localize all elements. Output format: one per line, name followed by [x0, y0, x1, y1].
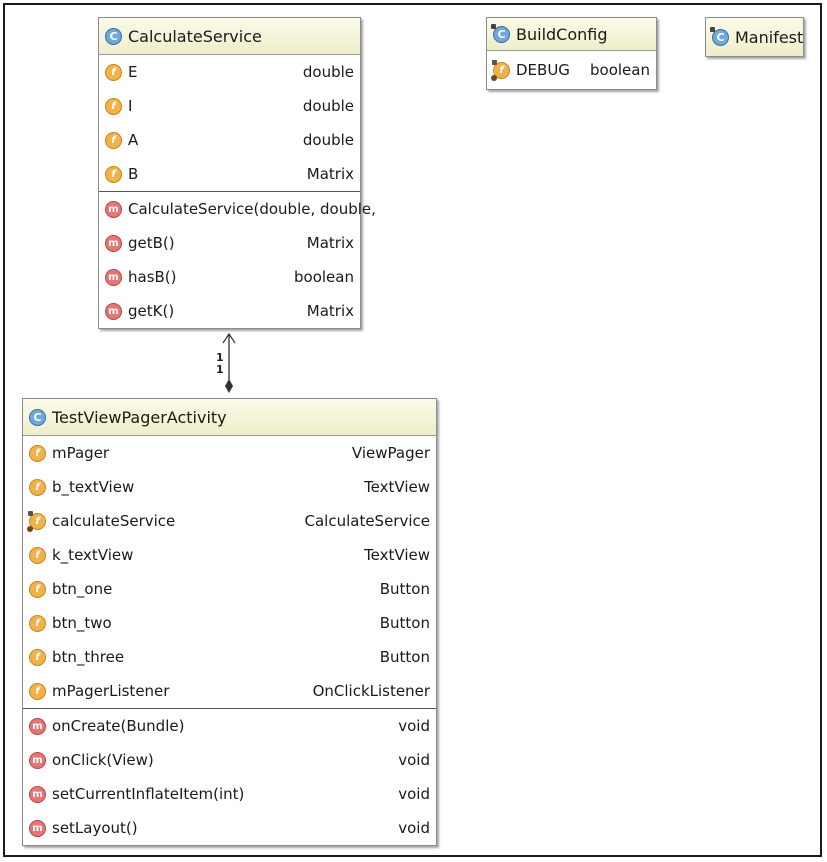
field-icon: f	[29, 648, 46, 666]
field-icon: f	[29, 444, 46, 462]
field-row[interactable]: f k_textView TextView	[23, 538, 436, 572]
class-icon: C	[29, 408, 46, 426]
method-name: onCreate(Bundle)	[52, 717, 185, 735]
field-name: btn_one	[52, 580, 113, 598]
method-name: setCurrentInflateItem(int)	[52, 785, 245, 803]
composition-diamond	[225, 379, 233, 393]
field-icon: f	[29, 614, 46, 632]
method-icon: m	[29, 785, 46, 803]
method-type: void	[398, 717, 430, 735]
field-row[interactable]: f btn_one Button	[23, 572, 436, 606]
class-test-view-pager-activity[interactable]: C TestViewPagerActivity f mPager ViewPag…	[22, 398, 437, 846]
field-icon: f	[29, 682, 46, 700]
field-icon: f	[29, 580, 46, 598]
class-name: TestViewPagerActivity	[52, 407, 227, 427]
field-name: mPager	[52, 444, 110, 462]
field-name: btn_three	[52, 648, 125, 666]
field-icon: f	[29, 478, 46, 496]
field-row[interactable]: f mPager ViewPager	[23, 436, 436, 470]
method-type: void	[398, 751, 430, 769]
field-type: Button	[379, 648, 430, 666]
field-type: Button	[379, 580, 430, 598]
method-row[interactable]: m setCurrentInflateItem(int) void	[23, 777, 436, 811]
field-type: TextView	[364, 546, 430, 564]
field-name: mPagerListener	[52, 682, 170, 700]
method-name: onClick(View)	[52, 751, 154, 769]
method-row[interactable]: m setLayout() void	[23, 811, 436, 845]
multiplicity-bottom: 1	[216, 363, 224, 376]
field-row[interactable]: f b_textView TextView	[23, 470, 436, 504]
method-type: void	[398, 785, 430, 803]
class-header: C TestViewPagerActivity	[23, 399, 436, 436]
method-icon: m	[29, 751, 46, 769]
field-type: TextView	[364, 478, 430, 496]
field-row[interactable]: f btn_two Button	[23, 606, 436, 640]
field-type: Button	[379, 614, 430, 632]
field-row[interactable]: f mPagerListener OnClickListener	[23, 674, 436, 708]
field-name: btn_two	[52, 614, 112, 632]
method-type: void	[398, 819, 430, 837]
field-row[interactable]: f calculateService CalculateService	[23, 504, 436, 538]
field-type: CalculateService	[304, 512, 431, 530]
field-row[interactable]: f btn_three Button	[23, 640, 436, 674]
field-name: calculateService	[52, 512, 176, 530]
method-name: setLayout()	[52, 819, 138, 837]
method-icon: m	[29, 717, 46, 735]
method-icon: m	[29, 819, 46, 837]
field-icon: f	[29, 546, 46, 564]
field-type: OnClickListener	[312, 682, 430, 700]
field-type: ViewPager	[351, 444, 430, 462]
field-name: k_textView	[52, 546, 134, 564]
field-name: b_textView	[52, 478, 135, 496]
method-row[interactable]: m onCreate(Bundle) void	[23, 708, 436, 743]
method-row[interactable]: m onClick(View) void	[23, 743, 436, 777]
field-icon: f	[27, 510, 46, 532]
